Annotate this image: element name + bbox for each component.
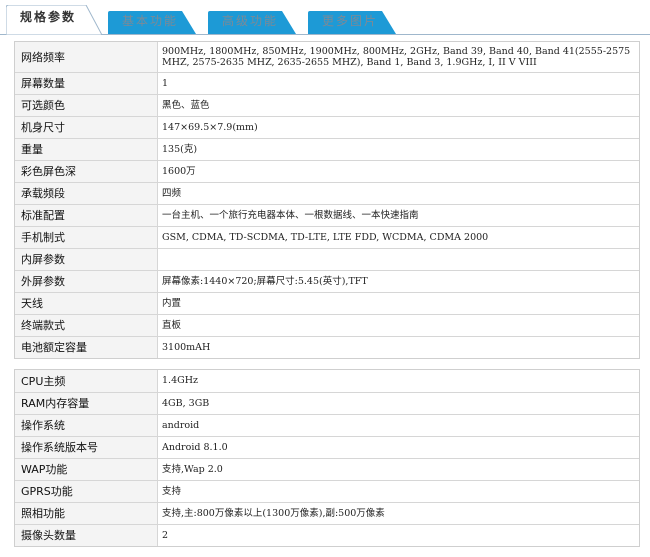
- spec-key: 标准配置: [15, 204, 158, 227]
- spec-row: 电池额定容量 3100mAH: [15, 336, 639, 358]
- spec-row: CPU主频 1.4GHz: [15, 370, 639, 393]
- spec-row: 操作系统 android: [15, 414, 639, 437]
- tab-basic-functions[interactable]: 基本功能: [108, 11, 196, 34]
- spec-row: 彩色屏色深 1600万: [15, 160, 639, 183]
- tab-label: 更多图片: [322, 14, 379, 28]
- spec-value: 内置: [157, 292, 639, 315]
- spec-value: 4GB, 3GB: [157, 392, 639, 415]
- spec-key: CPU主频: [15, 370, 158, 393]
- spec-row: 手机制式 GSM, CDMA, TD-SCDMA, TD-LTE, LTE FDD…: [15, 226, 639, 249]
- spec-row: GPRS功能 支持: [15, 480, 639, 503]
- spec-value: 2: [162, 529, 169, 541]
- spec-key: 屏幕数量: [15, 72, 158, 95]
- spec-row: 外屏参数 屏幕像素:1440×720;屏幕尺寸:5.45(英寸),TFT: [15, 270, 639, 293]
- spec-key: 操作系统: [15, 414, 158, 437]
- spec-key: GPRS功能: [15, 480, 158, 503]
- spec-value: 直板: [157, 314, 639, 337]
- spec-value: android: [157, 414, 639, 437]
- spec-key: 机身尺寸: [15, 116, 158, 139]
- spec-value: 支持: [157, 480, 639, 503]
- spec-value: 1.4GHz: [157, 370, 639, 393]
- spec-key: WAP功能: [15, 458, 158, 481]
- spec-value: 屏幕像素:1440×720;屏幕尺寸:5.45(英寸),TFT: [157, 270, 639, 293]
- spec-value: GSM, CDMA, TD-SCDMA, TD-LTE, LTE FDD, WC…: [157, 226, 639, 249]
- spec-key: 重量: [15, 138, 158, 161]
- spec-value: 1: [157, 72, 639, 95]
- spec-value: 1600万: [157, 160, 639, 183]
- spec-key: 彩色屏色深: [15, 160, 158, 183]
- spec-key: 承载频段: [15, 182, 158, 205]
- spec-table-general: 网络频率 900MHz, 1800MHz, 850MHz, 1900MHz, 80…: [14, 41, 640, 359]
- spec-row: 摄像头数量 2: [15, 524, 639, 546]
- spec-value: 支持,Wap 2.0: [157, 458, 639, 481]
- spec-row: 内屏参数: [15, 248, 639, 271]
- spec-key: 外屏参数: [15, 270, 158, 293]
- spec-key: 天线: [15, 292, 158, 315]
- spec-value: 一台主机、一个旅行充电器本体、一根数据线、一本快速指南: [157, 204, 639, 227]
- spec-row: 天线 内置: [15, 292, 639, 315]
- spec-key: RAM内存容量: [15, 392, 158, 415]
- spec-value: 支持,主:800万像素以上(1300万像素),副:500万像素: [157, 502, 639, 525]
- spec-key: 终端款式: [15, 314, 158, 337]
- tab-advanced-functions[interactable]: 高级功能: [208, 11, 296, 34]
- spec-value: 黑色、蓝色: [157, 94, 639, 117]
- spec-key: 照相功能: [15, 502, 158, 525]
- tab-label: 高级功能: [222, 14, 279, 28]
- spec-value: 900MHz, 1800MHz, 850MHz, 1900MHz, 800MHz…: [157, 42, 639, 73]
- tab-specs[interactable]: 规格参数: [6, 5, 102, 35]
- spec-row: RAM内存容量 4GB, 3GB: [15, 392, 639, 415]
- spec-table-hardware: CPU主频 1.4GHz RAM内存容量 4GB, 3GB 操作系统 android 操作系…: [14, 369, 640, 547]
- spec-table: CPU主频 1.4GHz RAM内存容量 4GB, 3GB 操作系统 android 操作系…: [15, 370, 639, 546]
- spec-row: 屏幕数量 1: [15, 72, 639, 95]
- spec-row: 标准配置 一台主机、一个旅行充电器本体、一根数据线、一本快速指南: [15, 204, 639, 227]
- tab-bar: 规格参数 基本功能 高级功能 更多图片: [0, 0, 650, 35]
- spec-row: 承载频段 四频: [15, 182, 639, 205]
- spec-value: 135(克): [157, 138, 639, 161]
- spec-row: 可选颜色 黑色、蓝色: [15, 94, 639, 117]
- spec-row: 操作系统版本号 Android 8.1.0: [15, 436, 639, 459]
- spec-value: 3100mAH: [162, 341, 211, 353]
- spec-key: 手机制式: [15, 226, 158, 249]
- spec-key: 可选颜色: [15, 94, 158, 117]
- spec-value: [157, 248, 639, 271]
- spec-value: Android 8.1.0: [157, 436, 639, 459]
- spec-row: WAP功能 支持,Wap 2.0: [15, 458, 639, 481]
- spec-key: 操作系统版本号: [15, 436, 158, 459]
- tab-more-pictures[interactable]: 更多图片: [308, 11, 396, 34]
- spec-key: 摄像头数量: [15, 524, 158, 546]
- spec-row: 照相功能 支持,主:800万像素以上(1300万像素),副:500万像素: [15, 502, 639, 525]
- spec-row: 终端款式 直板: [15, 314, 639, 337]
- spec-row: 机身尺寸 147×69.5×7.9(mm): [15, 116, 639, 139]
- spec-key: 网络频率: [15, 42, 158, 73]
- spec-row: 网络频率 900MHz, 1800MHz, 850MHz, 1900MHz, 80…: [15, 42, 639, 73]
- tab-label: 基本功能: [122, 14, 179, 28]
- spec-value: 四频: [157, 182, 639, 205]
- spec-table: 网络频率 900MHz, 1800MHz, 850MHz, 1900MHz, 80…: [15, 42, 639, 358]
- spec-key: 内屏参数: [15, 248, 158, 271]
- tab-label: 规格参数: [20, 10, 77, 24]
- spec-value: 147×69.5×7.9(mm): [157, 116, 639, 139]
- spec-row: 重量 135(克): [15, 138, 639, 161]
- spec-key: 电池额定容量: [15, 336, 158, 358]
